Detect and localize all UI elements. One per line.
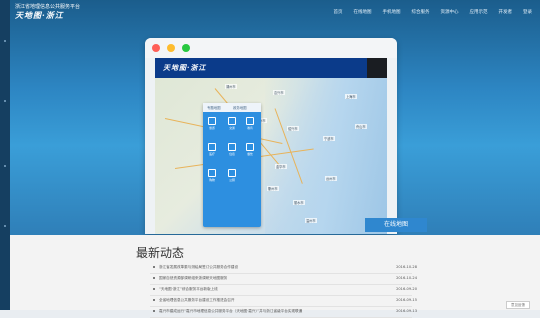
brand[interactable]: 浙江省地理信息公共服务平台 天地图·浙江 <box>15 4 80 20</box>
bullet-icon <box>153 288 155 290</box>
map-label: 丽水市 <box>293 200 305 205</box>
nav-home[interactable]: 首页 <box>334 9 343 15</box>
news-item-date: 2016-09-20 <box>396 287 417 291</box>
news-item-date: 2016-09-15 <box>396 298 417 302</box>
news-item[interactable]: “天地图·浙江”综合服务平台新版上线 2016-09-20 <box>150 285 417 296</box>
news-item-title[interactable]: 浙江省发展改革委与测绘局签订公共服务合作建设 <box>159 265 238 270</box>
browser-mockup: 天地图·浙江 湖州市 嘉兴市 杭州市 绍兴市 宁波市 舟山市 金华市 台州市 衢… <box>145 38 397 234</box>
maximize-light-icon <box>182 44 190 52</box>
map-label: 绍兴市 <box>287 126 299 131</box>
map-label: 舟山市 <box>355 124 367 129</box>
panel-tile[interactable]: 教育 <box>245 117 255 130</box>
mockup-screen: 天地图·浙江 湖州市 嘉兴市 杭州市 绍兴市 宁波市 舟山市 金华市 台州市 衢… <box>155 58 387 234</box>
map-label: 嘉兴市 <box>273 90 285 95</box>
panel-tabs: 专题地图 政务地图 <box>203 103 261 112</box>
bullet-icon <box>153 277 155 279</box>
bullet-icon <box>153 310 155 312</box>
bullet-icon <box>153 299 155 301</box>
map-label: 上海市 <box>345 94 357 99</box>
map-label: 金华市 <box>275 164 287 169</box>
panel-tile[interactable]: 购物 <box>207 169 217 182</box>
minimize-light-icon <box>167 44 175 52</box>
map-label: 温州市 <box>305 218 317 223</box>
category-icon <box>246 117 254 125</box>
nav-demos[interactable]: 应用示范 <box>470 9 488 15</box>
rail-dot-icon[interactable] <box>4 165 6 167</box>
sea-area <box>265 78 387 234</box>
category-icon <box>208 117 216 125</box>
map-category-panel: 专题地图 政务地图 旅游 交通 教育 医疗 住宿 餐饮 购物 公厕 <box>203 103 261 227</box>
category-icon <box>208 143 216 151</box>
news-title: 最新动态 <box>136 246 185 260</box>
news-item-title[interactable]: “天地图·浙江”综合服务平台新版上线 <box>159 287 218 292</box>
panel-tile[interactable]: 医疗 <box>207 143 217 156</box>
news-item[interactable]: 全省地理信息公共服务平台建设工作推进会召开 2016-09-15 <box>150 296 417 307</box>
nav-login[interactable]: 登录 <box>523 9 532 15</box>
panel-tile[interactable]: 餐饮 <box>245 143 255 156</box>
nav-mobile-map[interactable]: 手机地图 <box>383 9 401 15</box>
news-item[interactable]: 国家自然资源部调研组来浙调研天地图服务 2016-10-24 <box>150 274 417 285</box>
news-item-date: 2016-10-28 <box>396 265 417 269</box>
nav-developer[interactable]: 开发者 <box>499 9 513 15</box>
map-label: 湖州市 <box>225 84 237 89</box>
online-map-button[interactable]: 在线地图 <box>365 218 427 232</box>
panel-tab[interactable]: 政务地图 <box>233 105 247 110</box>
hero-banner: 浙江省地理信息公共服务平台 天地图·浙江 首页 在线地图 手机地图 综合服务 资… <box>0 0 540 235</box>
site-header: 浙江省地理信息公共服务平台 天地图·浙江 首页 在线地图 手机地图 综合服务 资… <box>0 0 540 26</box>
map-label: 衢州市 <box>267 186 279 191</box>
bullet-icon <box>153 266 155 268</box>
news-item[interactable]: 嘉兴市建成运行“嘉兴市地理信息公共服务平台（天地图·嘉兴）”并与浙江省级平台实现… <box>150 307 417 318</box>
rail-dot-icon[interactable] <box>4 100 6 102</box>
category-icon <box>228 117 236 125</box>
rail-dot-icon[interactable] <box>4 225 6 227</box>
panel-tile[interactable]: 交通 <box>227 117 237 130</box>
category-icon <box>228 169 236 177</box>
main-nav: 首页 在线地图 手机地图 综合服务 资源中心 应用示范 开发者 登录 <box>334 9 533 15</box>
left-rail <box>0 0 10 310</box>
nav-online-map[interactable]: 在线地图 <box>354 9 372 15</box>
panel-tile[interactable]: 公厕 <box>227 169 237 182</box>
map-label: 宁波市 <box>323 136 335 141</box>
site-logo: 天地图·浙江 <box>15 10 64 20</box>
nav-services[interactable]: 综合服务 <box>412 9 430 15</box>
category-icon <box>228 143 236 151</box>
mockup-titlebar <box>145 38 397 58</box>
news-item-title[interactable]: 国家自然资源部调研组来浙调研天地图服务 <box>159 276 227 281</box>
rail-dot-icon[interactable] <box>4 40 6 42</box>
feedback-button[interactable]: 意见反馈 <box>506 301 530 309</box>
close-light-icon <box>152 44 160 52</box>
news-item-date: 2016-10-24 <box>396 276 417 280</box>
panel-tile[interactable]: 住宿 <box>227 143 237 156</box>
map-view: 湖州市 嘉兴市 杭州市 绍兴市 宁波市 舟山市 金华市 台州市 衢州市 丽水市 … <box>155 78 387 234</box>
map-label: 台州市 <box>325 176 337 181</box>
news-item-title[interactable]: 全省地理信息公共服务平台建设工作推进会召开 <box>159 298 234 303</box>
news-section: 最新动态 浙江省发展改革委与测绘局签订公共服务合作建设 2016-10-28 国家… <box>10 235 540 318</box>
mockup-logo: 天地图·浙江 <box>163 63 207 72</box>
nav-resources[interactable]: 资源中心 <box>441 9 459 15</box>
category-icon <box>246 143 254 151</box>
news-item[interactable]: 浙江省发展改革委与测绘局签订公共服务合作建设 2016-10-28 <box>150 263 417 274</box>
panel-tab[interactable]: 专题地图 <box>207 105 221 110</box>
panel-tile[interactable]: 旅游 <box>207 117 217 130</box>
mockup-header: 天地图·浙江 <box>155 58 387 78</box>
category-icon <box>208 169 216 177</box>
